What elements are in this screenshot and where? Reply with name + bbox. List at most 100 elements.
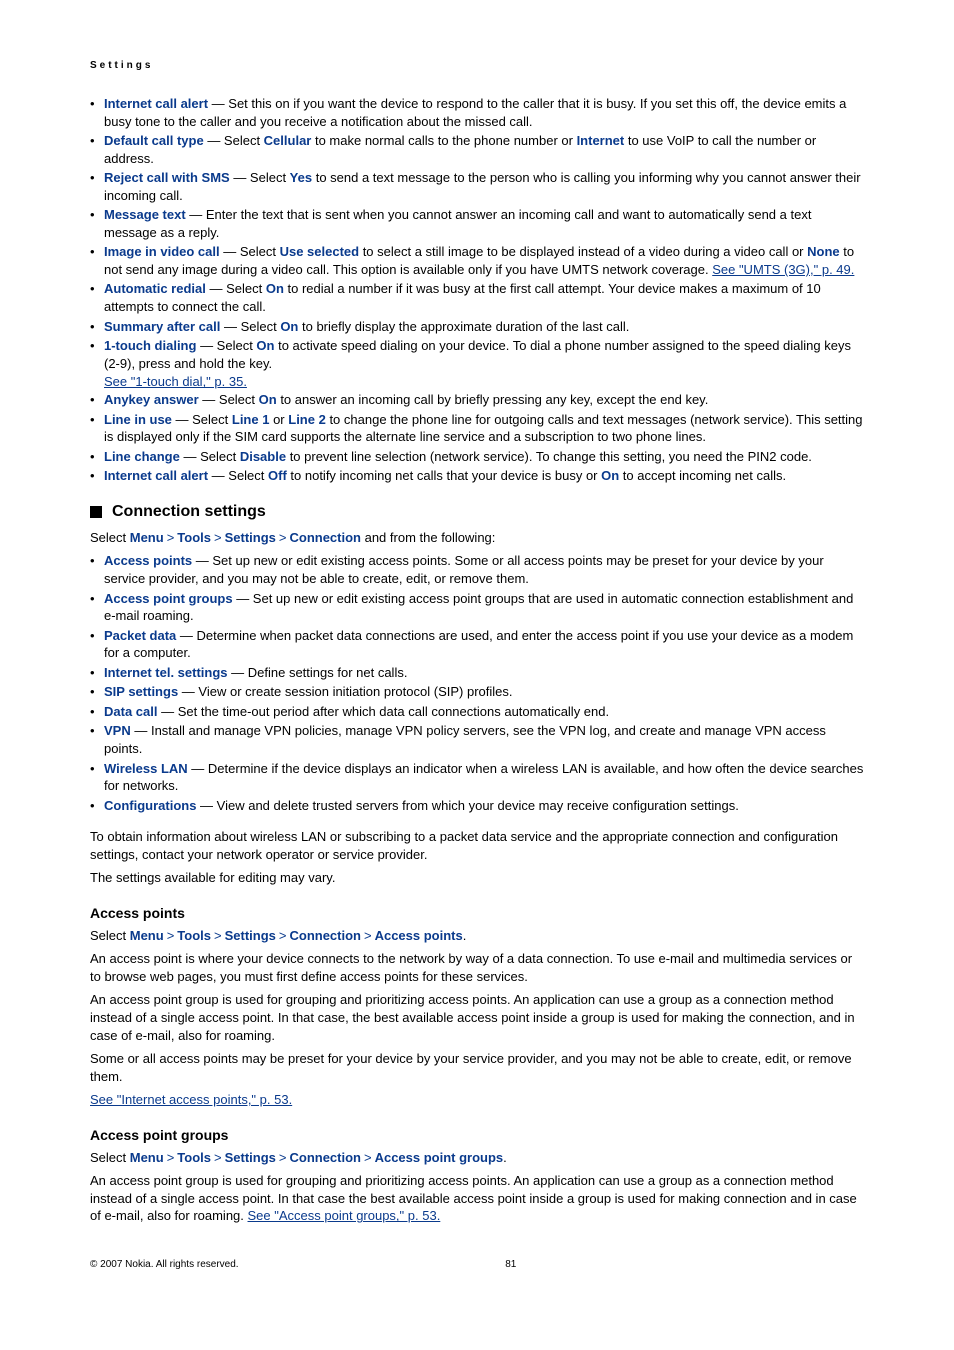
list-item: Default call type — Select Cellular to m…: [90, 132, 864, 167]
breadcrumb-part: Settings: [225, 1150, 276, 1165]
list-item: Internet tel. settings — Define settings…: [90, 664, 864, 682]
setting-term: Line change: [104, 449, 180, 464]
chevron-right-icon: >: [361, 1150, 375, 1165]
settings-list-2: Access points — Set up new or edit exist…: [90, 552, 864, 814]
breadcrumb-3: Select Menu>Tools>Settings>Connection>Ac…: [90, 1149, 864, 1167]
value-term: Line 1: [232, 412, 270, 427]
list-item: Image in video call — Select Use selecte…: [90, 243, 864, 278]
breadcrumb-part: Access points: [375, 928, 463, 943]
setting-term: Wireless LAN: [104, 761, 188, 776]
value-term: Cellular: [264, 133, 312, 148]
access-points-heading: Access points: [90, 905, 864, 921]
setting-term: Internet call alert: [104, 96, 208, 111]
chevron-right-icon: >: [361, 928, 375, 943]
setting-term: Internet call alert: [104, 468, 208, 483]
list-item: Line in use — Select Line 1 or Line 2 to…: [90, 411, 864, 446]
heading-text: Connection settings: [112, 503, 266, 521]
setting-term: VPN: [104, 723, 131, 738]
setting-term: Line in use: [104, 412, 172, 427]
chevron-right-icon: >: [164, 1150, 178, 1165]
list-item: Packet data — Determine when packet data…: [90, 627, 864, 662]
list-item: 1-touch dialing — Select On to activate …: [90, 337, 864, 372]
value-term: Internet: [577, 133, 625, 148]
list-item: Anykey answer — Select On to answer an i…: [90, 391, 864, 409]
page-header: Settings: [90, 60, 864, 71]
internet-access-points-link[interactable]: See "Internet access points," p. 53.: [90, 1092, 292, 1107]
page-number: 81: [159, 1259, 863, 1270]
chevron-right-icon: >: [276, 928, 290, 943]
cross-ref-link[interactable]: See "1-touch dial," p. 35.: [104, 374, 247, 389]
list-item: VPN — Install and manage VPN policies, m…: [90, 722, 864, 757]
list-item: Line change — Select Disable to prevent …: [90, 448, 864, 466]
value-term: On: [266, 281, 284, 296]
breadcrumb-part: Menu: [130, 928, 164, 943]
list-item: Data call — Set the time-out period afte…: [90, 703, 864, 721]
apg-paragraph: An access point group is used for groupi…: [90, 1172, 864, 1225]
list-item: Access points — Set up new or edit exist…: [90, 552, 864, 587]
ap-paragraph-3: Some or all access points may be preset …: [90, 1050, 864, 1085]
chevron-right-icon: >: [276, 530, 290, 545]
list-item: Automatic redial — Select On to redial a…: [90, 280, 864, 315]
list-item: SIP settings — View or create session in…: [90, 683, 864, 701]
value-term: On: [280, 319, 298, 334]
setting-term: Message text: [104, 207, 186, 222]
setting-term: Summary after call: [104, 319, 220, 334]
ap-paragraph-1: An access point is where your device con…: [90, 950, 864, 985]
list-item: Message text — Enter the text that is se…: [90, 206, 864, 241]
value-term: Use selected: [280, 244, 360, 259]
access-point-groups-link[interactable]: See "Access point groups," p. 53.: [248, 1208, 441, 1223]
breadcrumb-part: Tools: [177, 530, 211, 545]
chevron-right-icon: >: [211, 530, 225, 545]
connection-settings-heading: Connection settings: [90, 503, 864, 521]
setting-term: Packet data: [104, 628, 176, 643]
list-item: Configurations — View and delete trusted…: [90, 797, 864, 815]
setting-term: Data call: [104, 704, 157, 719]
setting-term: Configurations: [104, 798, 196, 813]
breadcrumb-part: Tools: [177, 928, 211, 943]
setting-term: 1-touch dialing: [104, 338, 196, 353]
list-item: Internet call alert — Select Off to noti…: [90, 467, 864, 485]
chevron-right-icon: >: [211, 928, 225, 943]
breadcrumb-part: Connection: [289, 530, 361, 545]
value-term: Yes: [290, 170, 312, 185]
value-term: Off: [268, 468, 287, 483]
setting-term: Automatic redial: [104, 281, 206, 296]
value-term: Disable: [240, 449, 286, 464]
setting-term: Access point groups: [104, 591, 233, 606]
value-term: On: [256, 338, 274, 353]
list-item: Wireless LAN — Determine if the device d…: [90, 760, 864, 795]
breadcrumb-part: Menu: [130, 530, 164, 545]
setting-term: Internet tel. settings: [104, 665, 228, 680]
cross-ref-link[interactable]: See "UMTS (3G)," p. 49.: [712, 262, 854, 277]
value-term: Line 2: [288, 412, 326, 427]
list-item: Summary after call — Select On to briefl…: [90, 318, 864, 336]
breadcrumb-part: Menu: [130, 1150, 164, 1165]
ap-paragraph-2: An access point group is used for groupi…: [90, 991, 864, 1044]
breadcrumb-part: Tools: [177, 1150, 211, 1165]
value-term: On: [259, 392, 277, 407]
breadcrumb-2: Select Menu>Tools>Settings>Connection>Ac…: [90, 927, 864, 945]
setting-term: Anykey answer: [104, 392, 199, 407]
setting-term: Image in video call: [104, 244, 220, 259]
info-paragraph-1: To obtain information about wireless LAN…: [90, 828, 864, 863]
info-paragraph-2: The settings available for editing may v…: [90, 869, 864, 887]
setting-term: Reject call with SMS: [104, 170, 230, 185]
breadcrumb-part: Connection: [289, 1150, 361, 1165]
value-term: On: [601, 468, 619, 483]
breadcrumb-part: Connection: [289, 928, 361, 943]
list-item: Internet call alert — Set this on if you…: [90, 95, 864, 130]
list-item: Reject call with SMS — Select Yes to sen…: [90, 169, 864, 204]
setting-term: Access points: [104, 553, 192, 568]
setting-term: SIP settings: [104, 684, 178, 699]
value-term: None: [807, 244, 840, 259]
breadcrumb-part: Settings: [225, 530, 276, 545]
breadcrumb-part: Settings: [225, 928, 276, 943]
breadcrumb-1: Select Menu>Tools>Settings>Connection an…: [90, 529, 864, 547]
chevron-right-icon: >: [276, 1150, 290, 1165]
chevron-right-icon: >: [164, 530, 178, 545]
list-item: Access point groups — Set up new or edit…: [90, 590, 864, 625]
breadcrumb-part: Access point groups: [375, 1150, 504, 1165]
settings-list-1: Internet call alert — Set this on if you…: [90, 95, 864, 485]
setting-term: Default call type: [104, 133, 204, 148]
chevron-right-icon: >: [164, 928, 178, 943]
